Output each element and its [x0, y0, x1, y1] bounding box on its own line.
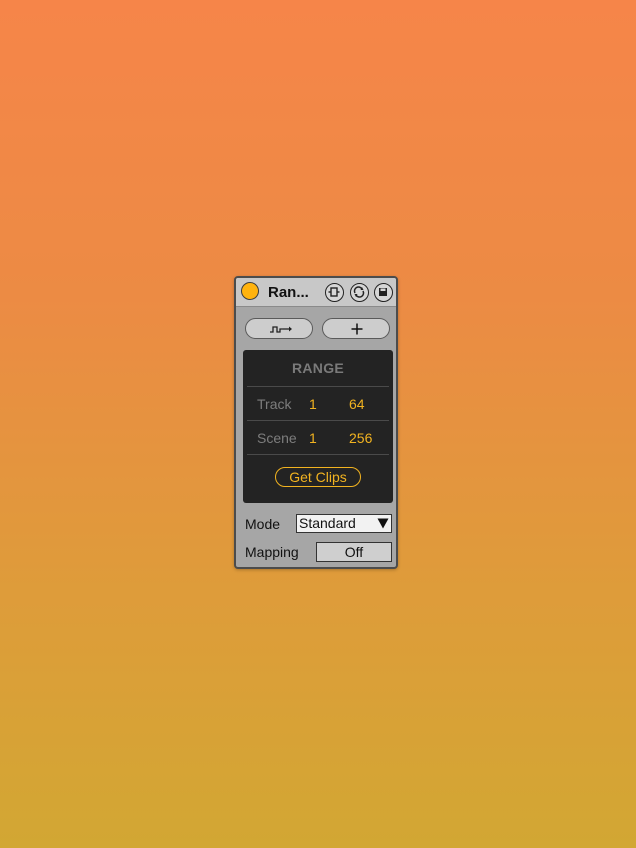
scene-from-value[interactable]: 1 — [309, 430, 317, 446]
signal-route-button[interactable] — [245, 318, 313, 339]
plus-icon — [351, 323, 363, 335]
mapping-toggle[interactable]: Off — [316, 542, 392, 562]
range-panel: RANGE Track 1 64 Scene 1 256 Get Clips — [243, 350, 393, 503]
signal-route-icon — [270, 326, 292, 333]
device-title: Ran... — [268, 284, 309, 301]
scene-to-value[interactable]: 256 — [349, 430, 372, 446]
track-from-value[interactable]: 1 — [309, 396, 317, 412]
divider — [247, 454, 389, 455]
title-bar: Ran... — [236, 278, 396, 307]
mapping-label: Mapping — [245, 544, 299, 560]
refresh-icon[interactable] — [350, 283, 369, 302]
scene-label: Scene — [257, 430, 297, 446]
device-power-toggle[interactable] — [241, 282, 259, 300]
mode-select[interactable]: Standard — [296, 514, 392, 533]
mode-value: Standard — [299, 515, 356, 531]
add-button[interactable] — [322, 318, 390, 339]
track-label: Track — [257, 396, 292, 412]
fold-icon[interactable] — [325, 283, 344, 302]
track-to-value[interactable]: 64 — [349, 396, 365, 412]
divider — [247, 386, 389, 387]
divider — [247, 420, 389, 421]
get-clips-button[interactable]: Get Clips — [275, 467, 361, 487]
device-window: Ran... RANGE Track 1 64 Scene 1 256 Get … — [234, 276, 398, 569]
mode-label: Mode — [245, 516, 281, 532]
dropdown-arrow-icon — [377, 518, 389, 529]
range-title: RANGE — [291, 360, 345, 376]
save-icon[interactable] — [374, 283, 393, 302]
